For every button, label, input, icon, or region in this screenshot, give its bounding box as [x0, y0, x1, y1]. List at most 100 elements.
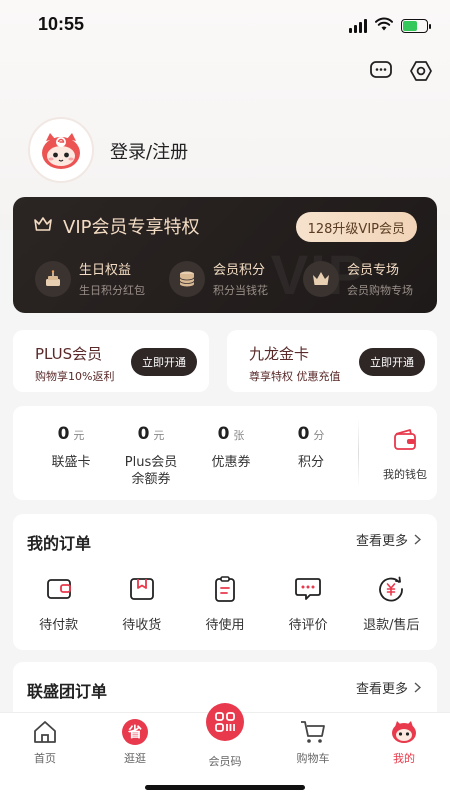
stat-points[interactable]: 0分 积分	[271, 424, 351, 471]
vip-feature-exclusive[interactable]: 会员专场 会员购物专场	[303, 259, 437, 298]
coins-icon	[169, 260, 205, 297]
wallet-icon	[44, 574, 74, 604]
stat-value: 0	[137, 424, 150, 444]
vip-feature-title: 会员积分	[213, 263, 266, 278]
order-pending-payment[interactable]: 待付款	[19, 574, 99, 633]
tab-label: 逛逛	[124, 752, 146, 765]
settings-icon[interactable]	[408, 58, 434, 84]
vip-feature-subtitle: 会员购物专场	[347, 284, 413, 297]
divider	[358, 418, 359, 488]
vip-title-text: VIP会员专享特权	[63, 217, 200, 238]
vip-feature-title: 会员专场	[347, 263, 400, 278]
group-orders-see-more-link[interactable]: 查看更多	[356, 678, 421, 697]
section-title: 联盛团订单	[27, 682, 108, 701]
vip-title: VIP会员专享特权	[33, 213, 199, 239]
stat-unit: 张	[233, 429, 245, 442]
cake-icon	[35, 260, 71, 297]
stat-label: 优惠券	[211, 455, 251, 470]
vip-crown-icon	[33, 215, 53, 238]
order-item-label: 待付款	[39, 618, 79, 633]
orders-see-more-link[interactable]: 查看更多	[356, 530, 421, 549]
qr-code-icon	[206, 703, 244, 741]
stat-unit: 元	[153, 429, 165, 442]
vip-card[interactable]: VIP VIP会员专享特权 128升级VIP会员 生日权益 生日积分红包 会员积…	[13, 197, 437, 313]
vip-feature-points[interactable]: 会员积分 积分当钱花	[169, 259, 303, 298]
stat-value: 0	[217, 424, 230, 444]
my-orders-card: 我的订单 查看更多 待付款 待收货 待使用 待评价 退款/售后	[13, 514, 437, 650]
crown-icon	[303, 260, 339, 297]
tab-home[interactable]: 首页	[10, 719, 80, 766]
order-refund[interactable]: 退款/售后	[351, 574, 431, 633]
jiulong-gold-card[interactable]: 九龙金卡 尊享特权 优惠充值 立即开通	[227, 330, 437, 392]
badge-text: 省	[122, 719, 148, 745]
status-time: 10:55	[38, 14, 85, 34]
my-wallet-label: 我的钱包	[383, 468, 427, 481]
order-pending-review[interactable]: 待评价	[268, 574, 348, 633]
signal-icon	[349, 18, 367, 33]
see-more-label: 查看更多	[355, 534, 408, 549]
order-item-label: 退款/售后	[363, 618, 420, 633]
plus-member-card[interactable]: PLUS会员 购物享10%返利 立即开通	[13, 330, 209, 392]
order-item-label: 待评价	[288, 618, 328, 633]
stat-plus-balance[interactable]: 0元 Plus会员余额券	[111, 424, 191, 488]
stat-label: 积分	[297, 455, 324, 470]
vip-feature-title: 生日权益	[79, 263, 132, 278]
message-icon[interactable]	[368, 58, 394, 84]
status-bar: 10:55	[0, 0, 450, 50]
comment-icon	[293, 574, 323, 604]
stat-label: 联盛卡	[51, 455, 91, 470]
order-pending-use[interactable]: 待使用	[185, 574, 265, 633]
jiulong-title: 九龙金卡	[249, 345, 310, 363]
see-more-label: 查看更多	[355, 682, 408, 697]
order-item-label: 待使用	[205, 618, 245, 633]
stat-coupons[interactable]: 0张 优惠券	[191, 424, 271, 471]
wallet-icon	[392, 429, 418, 456]
jiulong-subtitle: 尊享特权 优惠充值	[249, 370, 341, 383]
vip-features: 生日权益 生日积分红包 会员积分 积分当钱花 会员专场 会员购物专场	[35, 259, 437, 298]
plus-open-button[interactable]: 立即开通	[131, 348, 197, 376]
cart-icon	[278, 719, 348, 745]
mascot-icon	[369, 719, 439, 745]
tab-cart[interactable]: 购物车	[278, 719, 348, 766]
home-icon	[10, 719, 80, 745]
tab-label: 我的	[393, 752, 415, 765]
save-badge-icon: 省	[100, 719, 170, 745]
tab-mine[interactable]: 我的	[369, 719, 439, 766]
home-indicator	[145, 785, 305, 790]
order-item-label: 待收货	[122, 618, 162, 633]
wifi-icon	[375, 16, 393, 35]
tab-browse[interactable]: 省 逛逛	[100, 719, 170, 766]
stat-unit: 元	[73, 429, 85, 442]
avatar[interactable]	[28, 117, 94, 183]
clipboard-icon	[210, 574, 240, 604]
chevron-right-icon	[414, 534, 421, 545]
order-pending-receipt[interactable]: 待收货	[102, 574, 182, 633]
plus-title: PLUS会员	[35, 345, 103, 363]
login-register-link[interactable]: 登录/注册	[110, 138, 188, 164]
vip-upgrade-button[interactable]: 128升级VIP会员	[295, 212, 417, 242]
plus-subtitle: 购物享10%返利	[35, 370, 115, 383]
package-icon	[127, 574, 157, 604]
stat-label: Plus会员余额券	[124, 455, 178, 487]
vip-feature-birthday[interactable]: 生日权益 生日积分红包	[35, 259, 169, 298]
mascot-avatar-icon	[42, 133, 80, 169]
stat-lianshengka[interactable]: 0元 联盛卡	[31, 424, 111, 471]
stat-value: 0	[57, 424, 70, 444]
tab-label: 购物车	[296, 752, 330, 765]
vip-feature-subtitle: 积分当钱花	[213, 284, 268, 297]
battery-icon	[401, 18, 431, 33]
stat-value: 0	[297, 424, 310, 444]
jiulong-open-button[interactable]: 立即开通	[359, 348, 425, 376]
top-actions	[368, 58, 434, 84]
status-icons	[349, 16, 431, 35]
section-title: 我的订单	[27, 534, 92, 553]
tab-label: 会员码	[208, 755, 242, 768]
refund-icon	[376, 574, 406, 604]
tab-member-code[interactable]: 会员码	[190, 703, 260, 769]
vip-feature-subtitle: 生日积分红包	[79, 284, 145, 297]
order-status-row: 待付款 待收货 待使用 待评价 退款/售后	[13, 574, 437, 633]
chevron-right-icon	[414, 682, 421, 693]
my-wallet-button[interactable]: 我的钱包	[373, 428, 437, 482]
wallet-card: 0元 联盛卡 0元 Plus会员余额券 0张 优惠券 0分 积分 我的钱包	[13, 406, 437, 500]
tab-label: 首页	[34, 752, 56, 765]
